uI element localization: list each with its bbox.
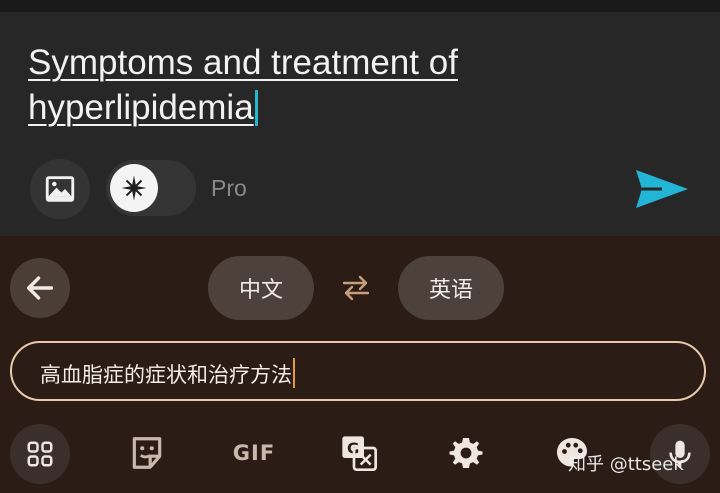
- toggle-knob: [110, 164, 158, 212]
- settings-button[interactable]: [437, 424, 495, 482]
- gif-button[interactable]: GIF: [222, 424, 286, 482]
- apps-button[interactable]: [10, 424, 70, 484]
- pro-label: Pro: [211, 175, 247, 201]
- query-composer: Symptoms and treatment of hyperlipidemia…: [0, 0, 720, 236]
- sparkle-icon: [121, 175, 147, 201]
- image-icon: [45, 176, 75, 202]
- send-icon[interactable]: [632, 166, 690, 212]
- translate-input[interactable]: 高血脂症的症状和治疗方法: [10, 341, 706, 401]
- translate-input-value: 高血脂症的症状和治疗方法: [40, 363, 292, 387]
- gif-label: GIF: [232, 441, 276, 465]
- top-divider: [0, 0, 720, 12]
- back-arrow-icon: [26, 276, 54, 300]
- swap-icon[interactable]: [338, 272, 374, 304]
- translate-icon: G: [342, 436, 377, 471]
- query-input[interactable]: Symptoms and treatment of hyperlipidemia: [28, 40, 628, 130]
- target-language-label: 英语: [428, 278, 473, 303]
- apps-grid-icon: [27, 441, 53, 467]
- add-image-button[interactable]: [30, 159, 90, 219]
- source-language-button[interactable]: 中文: [208, 256, 314, 320]
- back-button[interactable]: [10, 258, 70, 318]
- pro-mode-toggle[interactable]: [106, 160, 196, 216]
- query-text: Symptoms and treatment of hyperlipidemia: [28, 43, 458, 127]
- source-language-label: 中文: [238, 278, 283, 303]
- target-language-button[interactable]: 英语: [398, 256, 504, 320]
- watermark: 知乎 @ttseek: [568, 454, 684, 475]
- translate-input-value-wrap: 高血脂症的症状和治疗方法: [40, 358, 295, 389]
- gear-icon: [449, 438, 483, 468]
- sticker-button[interactable]: [118, 424, 176, 482]
- translate-button[interactable]: G: [330, 424, 388, 482]
- text-caret: [254, 90, 258, 126]
- translate-caret: [293, 358, 295, 388]
- sticker-icon: [132, 437, 162, 469]
